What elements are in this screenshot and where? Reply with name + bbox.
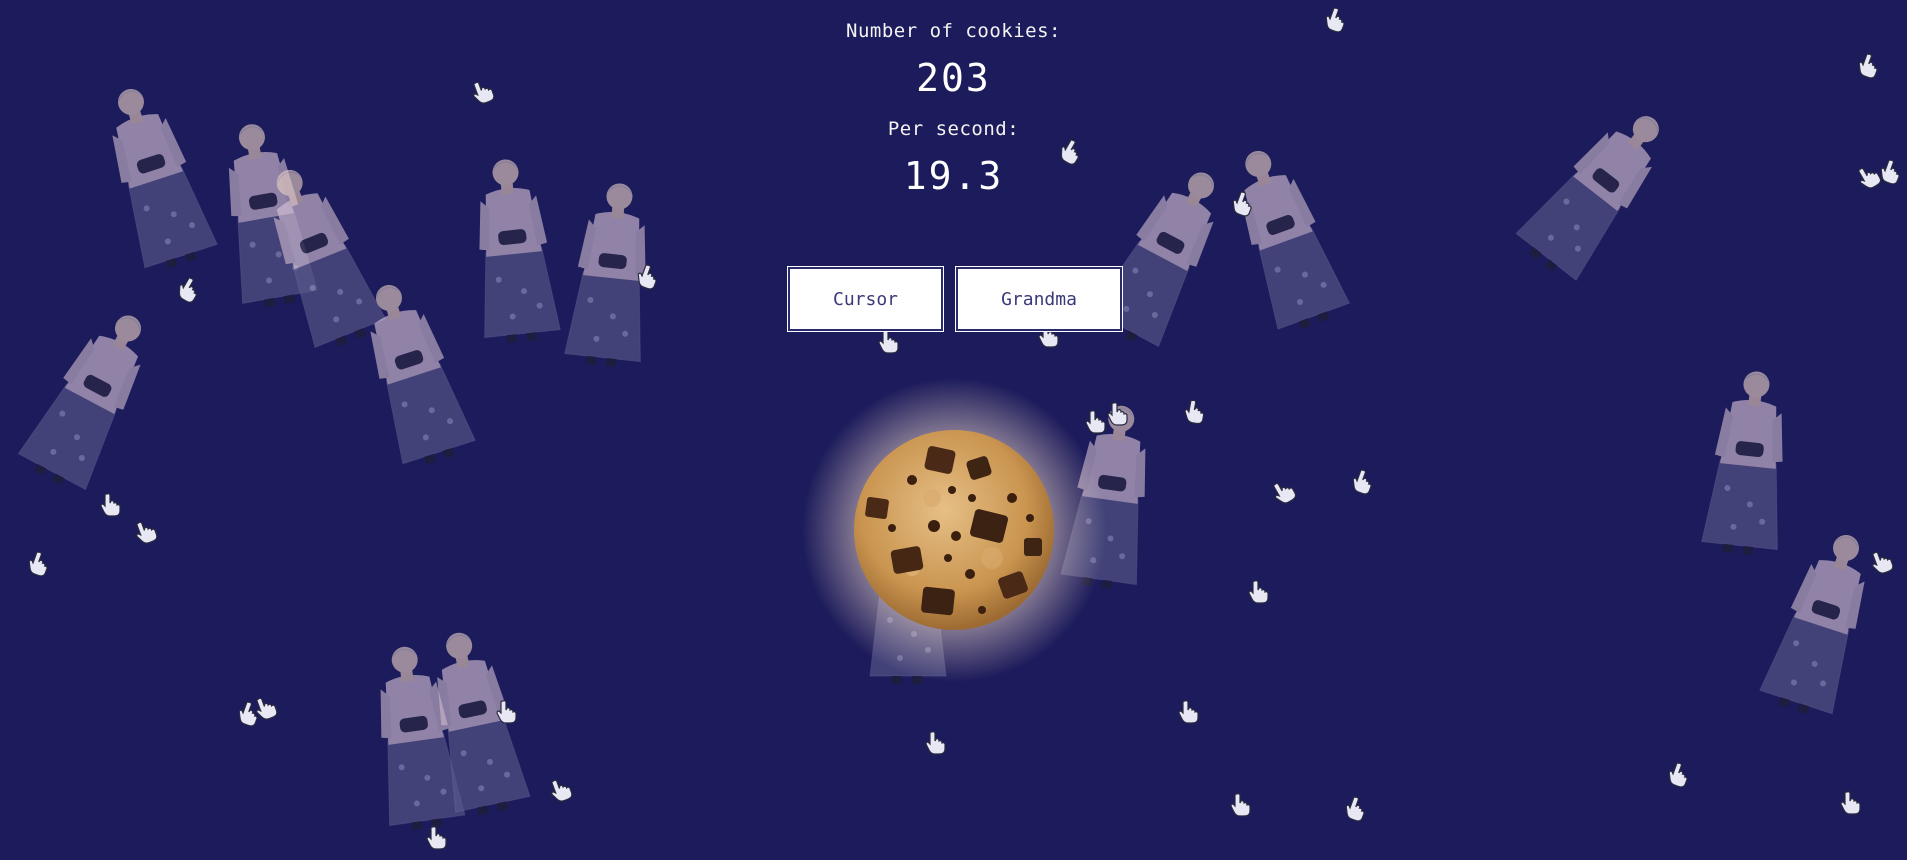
shop-panel: Cursor Grandma (788, 267, 1122, 331)
game-stage: Number of cookies: 203 Per second: 19.3 … (0, 0, 1907, 860)
big-cookie[interactable] (800, 376, 1108, 684)
cursor-icon (100, 493, 122, 517)
cursor-icon (1840, 791, 1862, 815)
cursor-icon (1230, 793, 1252, 817)
cookie-icon (854, 430, 1054, 630)
cursor-icon (1665, 760, 1694, 790)
cookies-count: 203 (916, 56, 991, 100)
cursor-icon (25, 549, 54, 579)
cursor-icon (1342, 794, 1371, 824)
cursor-icon (878, 330, 900, 354)
cursor-icon (1248, 580, 1270, 604)
cursor-icon (1085, 410, 1107, 434)
cursor-icon (426, 826, 448, 850)
grandma-icon (1700, 367, 1795, 564)
cursor-icon (1107, 402, 1129, 426)
cursor-icon (132, 517, 161, 547)
grandma-icon (12, 298, 168, 501)
cursor-icon (1182, 398, 1208, 425)
cursor-icon (1268, 476, 1299, 508)
cursor-icon (1349, 467, 1378, 497)
grandma-icon (349, 273, 480, 477)
cursor-icon (173, 274, 204, 306)
cursor-icon (496, 700, 518, 724)
buy-grandma-button[interactable]: Grandma (956, 267, 1122, 331)
cursor-icon (925, 731, 947, 755)
cursor-icon (547, 775, 576, 805)
cursor-icon (1178, 700, 1200, 724)
per-second-label: Per second: (887, 118, 1020, 140)
cookies-label: Number of cookies: (846, 20, 1061, 42)
buy-cursor-button[interactable]: Cursor (788, 267, 943, 331)
per-second-value: 19.3 (903, 154, 1004, 198)
